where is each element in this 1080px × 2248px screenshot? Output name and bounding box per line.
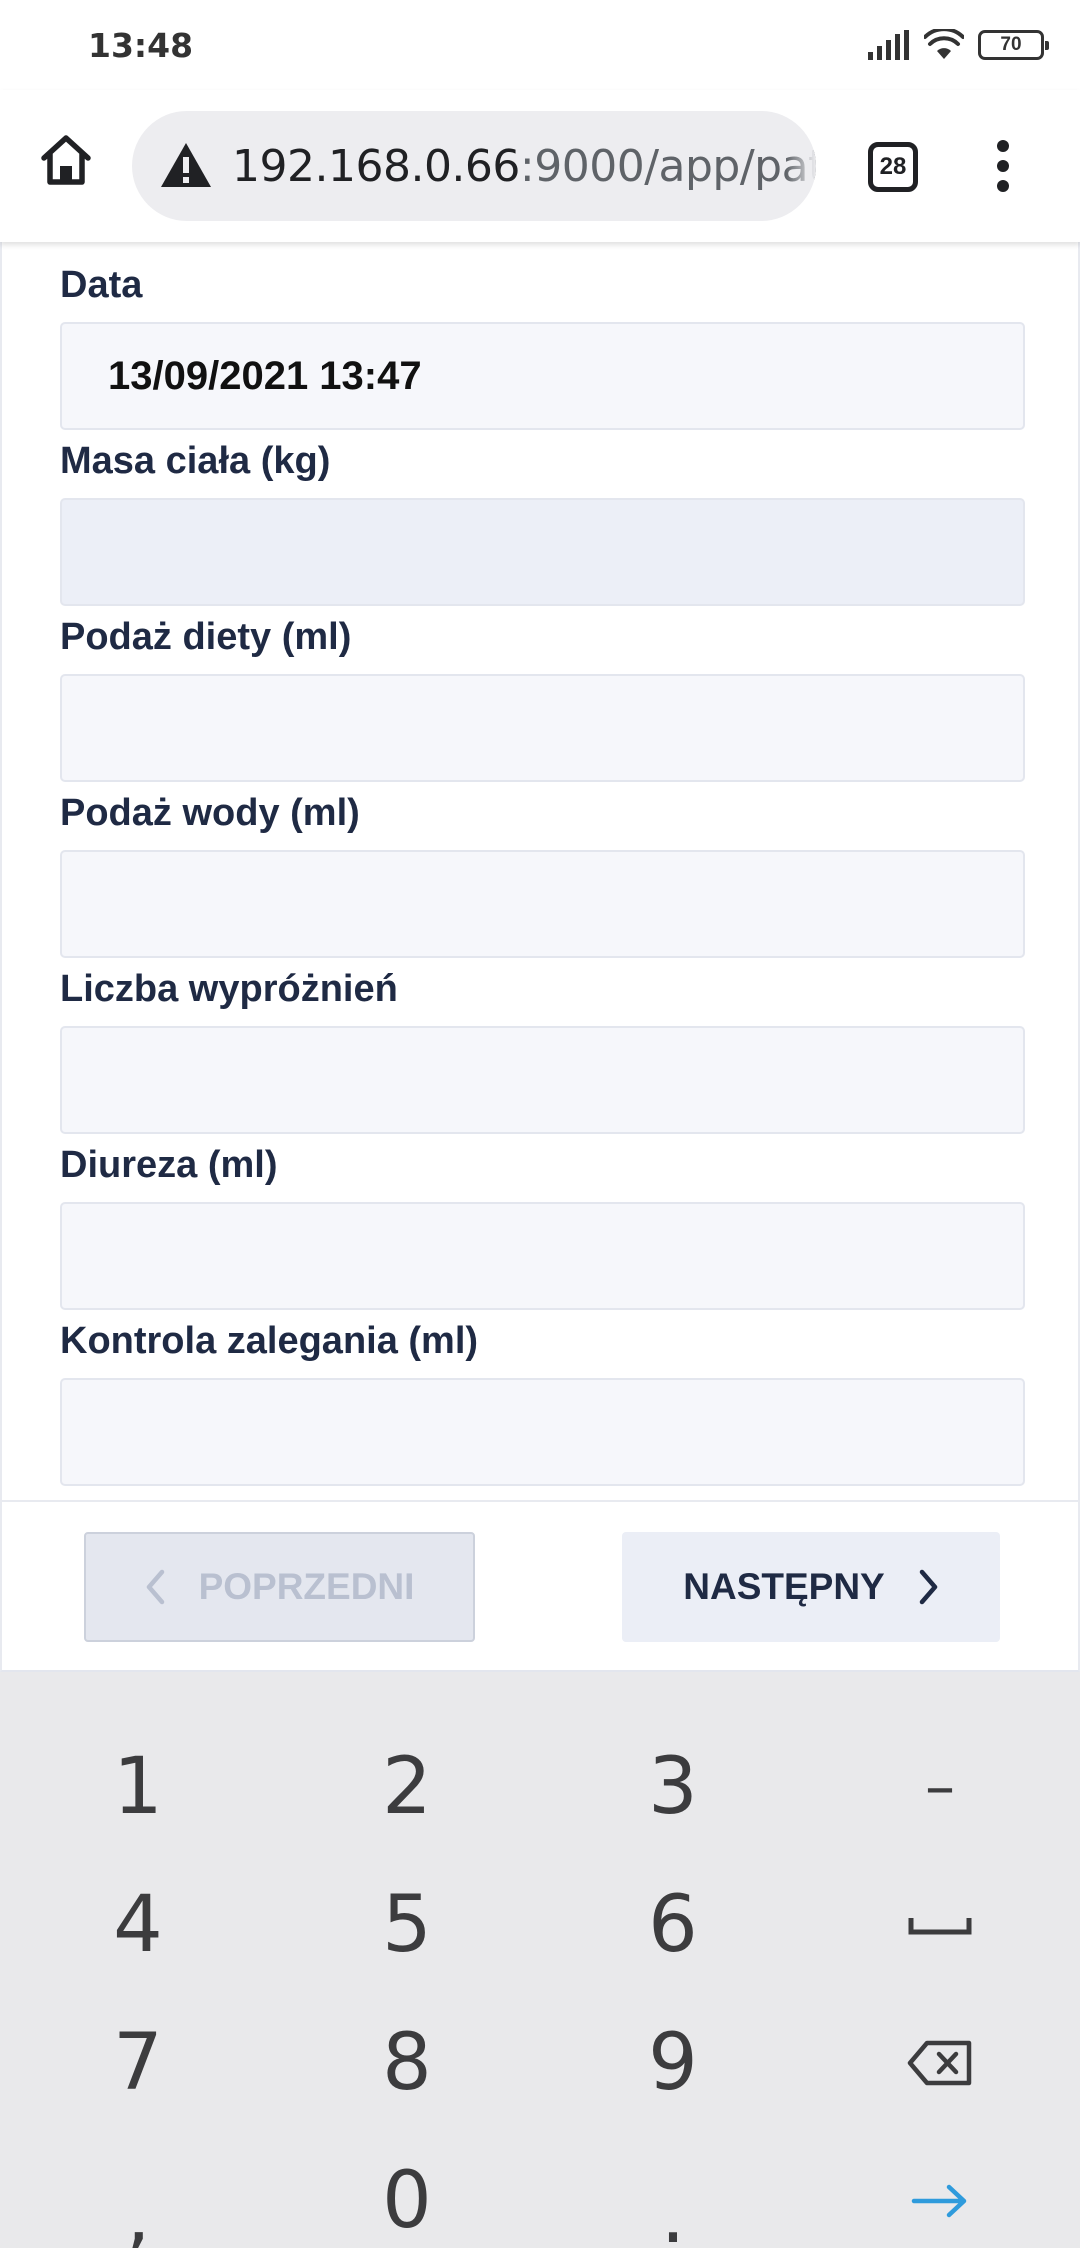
- battery-level: 70: [1000, 34, 1022, 55]
- key-2[interactable]: 2: [272, 1718, 542, 1856]
- body-mass-input[interactable]: [60, 498, 1025, 606]
- key-comma[interactable]: ,: [3, 2132, 273, 2248]
- field-label-diuresis: Diureza (ml): [60, 1144, 278, 1186]
- bowel-movements-input[interactable]: [60, 1026, 1025, 1134]
- signal-icon: [868, 30, 909, 60]
- chevron-left-icon: [146, 1569, 164, 1605]
- url-fade: [786, 111, 816, 221]
- chevron-right-icon: [919, 1569, 937, 1605]
- key-minus[interactable]: –: [805, 1718, 1075, 1856]
- tab-count: 28: [879, 153, 907, 180]
- warning-icon[interactable]: [160, 141, 212, 189]
- arrow-right-icon: [911, 2184, 967, 2218]
- key-backspace[interactable]: [805, 1994, 1075, 2132]
- field-label-body-mass: Masa ciała (kg): [60, 440, 331, 482]
- numeric-keyboard: 1 2 3 – 4 5 6 7 8 9 , 0 .: [0, 1672, 1080, 2248]
- key-9[interactable]: 9: [538, 1994, 808, 2132]
- url-path: :9000/app/patie: [519, 141, 816, 192]
- key-0[interactable]: 0: [272, 2132, 542, 2248]
- previous-button[interactable]: POPRZEDNI: [84, 1532, 475, 1642]
- key-8[interactable]: 8: [272, 1994, 542, 2132]
- url-text: 192.168.0.66:9000/app/patie: [232, 141, 816, 192]
- backspace-icon: [907, 2040, 972, 2086]
- previous-button-label: POPRZEDNI: [198, 1566, 415, 1607]
- date-input[interactable]: 13/09/2021 13:47: [60, 322, 1025, 430]
- status-icons: 70: [868, 28, 1049, 62]
- retention-check-input[interactable]: [60, 1378, 1025, 1486]
- wifi-icon: [924, 29, 964, 59]
- browser-toolbar: 192.168.0.66:9000/app/patie 28: [0, 90, 1080, 242]
- status-time: 13:48: [88, 26, 194, 65]
- measurement-form: Data 13/09/2021 13:47 Masa ciała (kg) Po…: [0, 242, 1080, 1500]
- key-5[interactable]: 5: [272, 1856, 542, 1994]
- field-label-diet-intake: Podaż diety (ml): [60, 616, 352, 658]
- key-7[interactable]: 7: [3, 1994, 273, 2132]
- home-icon[interactable]: [36, 130, 96, 190]
- field-label-retention-check: Kontrola zalegania (ml): [60, 1320, 479, 1362]
- field-label-date: Data: [60, 264, 143, 306]
- water-intake-input[interactable]: [60, 850, 1025, 958]
- field-label-bowel-movements: Liczba wypróżnień: [60, 968, 398, 1010]
- space-icon: [908, 1918, 972, 1935]
- key-4[interactable]: 4: [3, 1856, 273, 1994]
- more-menu-icon[interactable]: [990, 140, 1016, 196]
- next-button[interactable]: NASTĘPNY: [622, 1532, 1000, 1642]
- tabs-icon[interactable]: 28: [868, 142, 918, 192]
- key-1[interactable]: 1: [3, 1718, 273, 1856]
- status-bar: 13:48 70: [0, 0, 1080, 90]
- battery-icon: 70: [978, 30, 1049, 60]
- key-enter[interactable]: [805, 2132, 1075, 2248]
- diuresis-input[interactable]: [60, 1202, 1025, 1310]
- key-3[interactable]: 3: [538, 1718, 808, 1856]
- key-6[interactable]: 6: [538, 1856, 808, 1994]
- next-button-label: NASTĘPNY: [683, 1566, 885, 1607]
- key-space[interactable]: [805, 1856, 1075, 1994]
- url-bar[interactable]: 192.168.0.66:9000/app/patie: [132, 111, 816, 221]
- form-navigation: POPRZEDNI NASTĘPNY: [0, 1500, 1080, 1672]
- diet-intake-input[interactable]: [60, 674, 1025, 782]
- key-period[interactable]: .: [538, 2132, 808, 2248]
- field-label-water-intake: Podaż wody (ml): [60, 792, 360, 834]
- url-host: 192.168.0.66: [232, 141, 520, 192]
